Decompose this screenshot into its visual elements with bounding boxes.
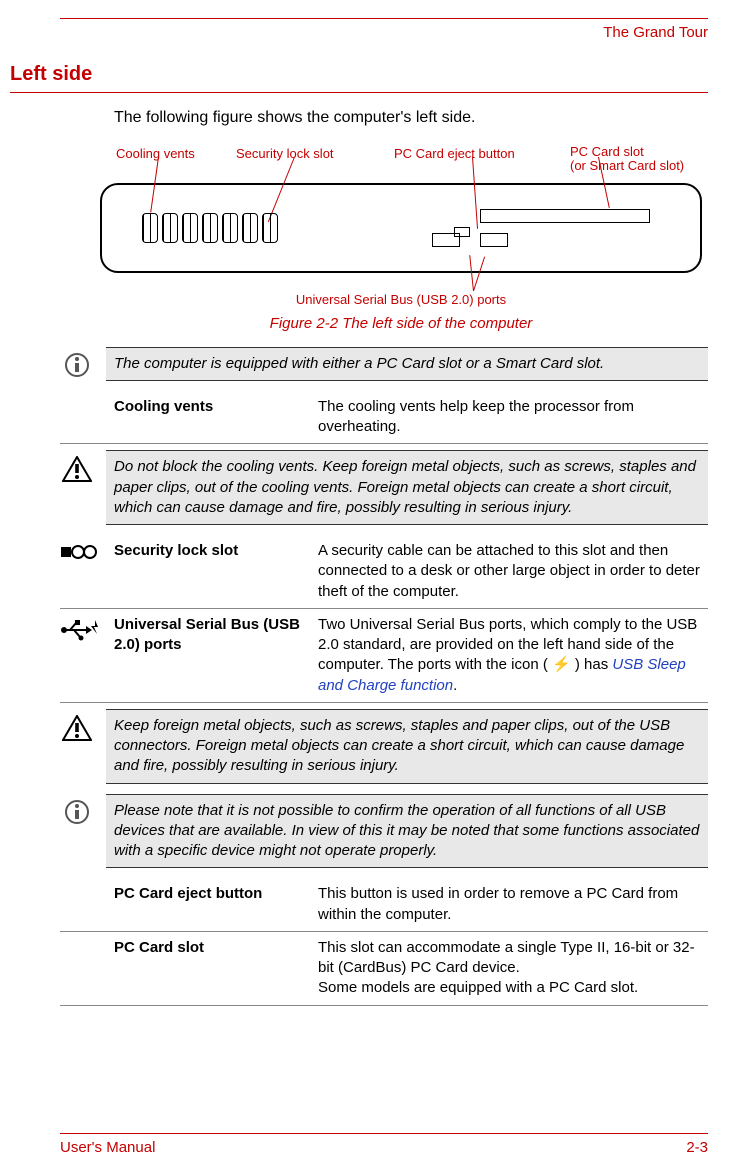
def-desc: This button is used in order to remove a… [318,884,708,925]
def-desc: The cooling vents help keep the processo… [318,397,708,438]
lock-slot-icon [60,541,100,602]
figure: Cooling vents Security lock slot PC Card… [94,145,708,335]
info-icon [60,794,94,824]
def-term: Cooling vents [114,397,304,438]
header-rule [60,18,708,19]
info-note-1: The computer is equipped with either a P… [60,347,708,381]
def-security-lock-slot: Security lock slot A security cable can … [60,535,708,609]
warning-note-1-text: Do not block the cooling vents. Keep for… [106,450,708,525]
page-footer: User's Manual 2-3 [60,1133,708,1158]
info-note-1-text: The computer is equipped with either a P… [106,347,708,381]
def-pc-card-eject: PC Card eject button This button is used… [60,878,708,932]
footer-page-number: 2-3 [686,1138,708,1158]
def-desc: This slot can accommodate a single Type … [318,938,708,999]
label-pc-card-slot: PC Card slot (or Smart Card slot) [570,145,684,174]
def-term: PC Card slot [114,938,304,999]
def-pc-card-slot: PC Card slot This slot can accommodate a… [60,932,708,1006]
diagram-card-slot [480,209,650,223]
def-term: Security lock slot [114,541,304,602]
label-usb-ports: Universal Serial Bus (USB 2.0) ports [94,291,708,309]
label-security-lock-slot: Security lock slot [236,145,334,163]
warning-note-2-text: Keep foreign metal objects, such as scre… [106,709,708,784]
def-term: PC Card eject button [114,884,304,925]
computer-left-side-diagram [100,183,702,273]
figure-caption: Figure 2-2 The left side of the computer [94,314,708,334]
def-desc: A security cable can be attached to this… [318,541,708,602]
chapter-title: The Grand Tour [60,23,708,43]
def-cooling-vents: Cooling vents The cooling vents help kee… [60,391,708,445]
def-term: Universal Serial Bus (USB 2.0) ports [114,615,304,696]
lightning-icon: ⚡ [552,656,571,673]
warning-note-1: Do not block the cooling vents. Keep for… [60,450,708,525]
info-note-2: Please note that it is not possible to c… [60,794,708,869]
warning-note-2: Keep foreign metal objects, such as scre… [60,709,708,784]
warning-icon [60,709,94,741]
def-usb-ports: Universal Serial Bus (USB 2.0) ports Two… [60,609,708,703]
figure-labels: Cooling vents Security lock slot PC Card… [94,145,708,179]
section-heading: Left side [10,61,708,93]
label-pc-card-eject: PC Card eject button [394,145,515,163]
warning-icon [60,450,94,482]
usb-icon [60,615,100,696]
diagram-vents [142,213,278,243]
footer-left: User's Manual [60,1138,155,1158]
info-icon [60,347,94,377]
label-cooling-vents: Cooling vents [116,145,195,163]
info-note-2-text: Please note that it is not possible to c… [106,794,708,869]
diagram-usb-ports [432,233,508,247]
section-intro: The following figure shows the computer'… [114,107,708,129]
def-desc: Two Universal Serial Bus ports, which co… [318,615,708,696]
